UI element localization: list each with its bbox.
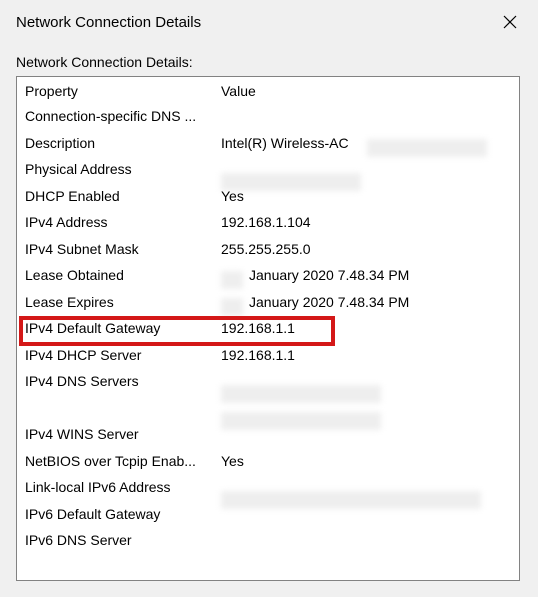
content-area: Network Connection Details: Property Val… [0, 42, 538, 597]
row-property: IPv6 Default Gateway [25, 506, 221, 522]
list-row[interactable]: IPv4 Default Gateway 192.168.1.1 [25, 315, 519, 342]
list-row[interactable]: Physical Address [25, 156, 519, 183]
list-row[interactable]: Description Intel(R) Wireless-AC [25, 130, 519, 157]
list-row[interactable]: Connection-specific DNS ... [25, 103, 519, 130]
row-value: 192.168.1.1 [221, 320, 519, 336]
list-label: Network Connection Details: [16, 54, 522, 70]
list-row[interactable]: IPv4 DNS Servers [25, 368, 519, 395]
list-row[interactable]: IPv6 Default Gateway [25, 501, 519, 528]
list-row[interactable]: Link-local IPv6 Address [25, 474, 519, 501]
row-property: Link-local IPv6 Address [25, 479, 221, 495]
row-value: 192.168.1.1 [221, 347, 519, 363]
row-value: January 2020 7.48.34 PM [221, 294, 519, 310]
network-connection-details-window: Network Connection Details Network Conne… [0, 0, 538, 589]
row-property: IPv4 Subnet Mask [25, 241, 221, 257]
row-value: Yes [221, 188, 519, 204]
row-property: Lease Obtained [25, 267, 221, 283]
details-listbox[interactable]: Property Value Connection-specific DNS .… [16, 76, 520, 581]
row-property: IPv4 Address [25, 214, 221, 230]
titlebar: Network Connection Details [0, 0, 538, 42]
row-property: DHCP Enabled [25, 188, 221, 204]
row-property: Connection-specific DNS ... [25, 108, 221, 124]
list-row[interactable]: NetBIOS over Tcpip Enab... Yes [25, 448, 519, 475]
row-property: Lease Expires [25, 294, 221, 310]
row-value: January 2020 7.48.34 PM [221, 267, 519, 283]
close-button[interactable] [494, 7, 526, 37]
row-property: IPv4 WINS Server [25, 426, 221, 442]
list-row[interactable]: Lease Expires January 2020 7.48.34 PM [25, 289, 519, 316]
list-row[interactable]: IPv4 Subnet Mask 255.255.255.0 [25, 236, 519, 263]
row-property: IPv6 DNS Server [25, 532, 221, 548]
rows-container: Connection-specific DNS ... Description … [17, 103, 519, 554]
close-icon [503, 15, 517, 29]
row-property: IPv4 Default Gateway [25, 320, 221, 336]
window-title: Network Connection Details [16, 14, 201, 31]
row-property: IPv4 DHCP Server [25, 347, 221, 363]
row-value: 192.168.1.104 [221, 214, 519, 230]
row-value: 255.255.255.0 [221, 241, 519, 257]
list-row[interactable]: Lease Obtained January 2020 7.48.34 PM [25, 262, 519, 289]
row-property: Physical Address [25, 161, 221, 177]
list-row[interactable]: IPv4 WINS Server [25, 421, 519, 448]
header-value: Value [221, 83, 519, 99]
row-value: Yes [221, 453, 519, 469]
header-property: Property [25, 83, 221, 99]
list-header: Property Value [17, 81, 519, 103]
row-property: IPv4 DNS Servers [25, 373, 221, 389]
row-property: NetBIOS over Tcpip Enab... [25, 453, 221, 469]
list-row[interactable]: IPv4 Address 192.168.1.104 [25, 209, 519, 236]
list-row[interactable] [25, 395, 519, 422]
list-row[interactable]: IPv4 DHCP Server 192.168.1.1 [25, 342, 519, 369]
row-property: Description [25, 135, 221, 151]
list-row[interactable]: IPv6 DNS Server [25, 527, 519, 554]
list-row[interactable]: DHCP Enabled Yes [25, 183, 519, 210]
row-value: Intel(R) Wireless-AC [221, 135, 519, 151]
